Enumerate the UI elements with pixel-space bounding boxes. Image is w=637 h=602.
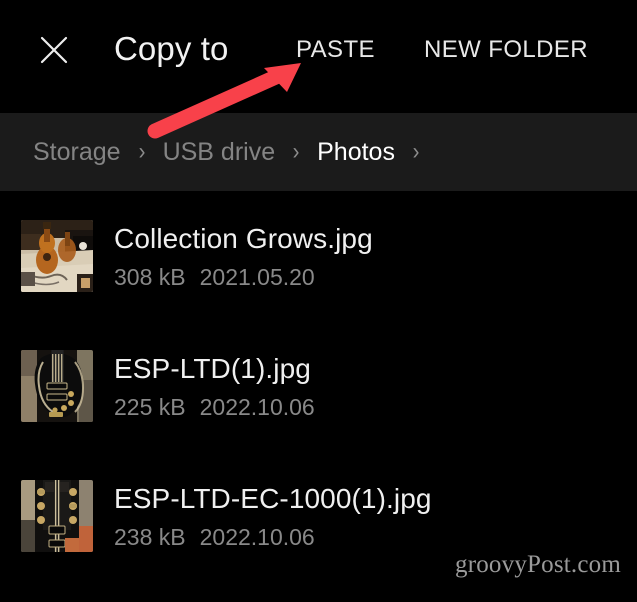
file-meta: 225 kB 2022.10.06 <box>114 393 315 421</box>
file-meta: 308 kB 2021.05.20 <box>114 263 373 291</box>
file-date: 2022.10.06 <box>199 524 315 550</box>
file-date: 2021.05.20 <box>199 264 315 290</box>
page-title: Copy to <box>114 30 229 67</box>
table-row[interactable]: Collection Grows.jpg 308 kB 2021.05.20 <box>0 191 637 321</box>
table-row[interactable]: ESP-LTD(1).jpg 225 kB 2022.10.06 <box>0 321 637 451</box>
breadcrumb: Storage › USB drive › Photos › <box>0 113 637 191</box>
chevron-right-icon: › <box>138 138 145 165</box>
file-size: 238 kB <box>114 524 186 550</box>
file-name: ESP-LTD(1).jpg <box>114 353 311 384</box>
file-thumbnail <box>21 350 93 422</box>
file-info: ESP-LTD-EC-1000(1).jpg 238 kB 2022.10.06 <box>114 481 432 551</box>
breadcrumb-item-photos[interactable]: Photos <box>317 137 395 167</box>
file-size: 308 kB <box>114 264 186 290</box>
file-size: 225 kB <box>114 394 186 420</box>
acoustic-guitar-room-photo-icon <box>21 220 93 292</box>
breadcrumb-item-usb-drive[interactable]: USB drive <box>163 137 276 167</box>
black-electric-guitar-photo-icon <box>21 350 93 422</box>
action-bar: Copy to PASTE NEW FOLDER <box>0 0 637 113</box>
file-manager-screen: Copy to PASTE NEW FOLDER Storage › USB d… <box>0 0 637 602</box>
file-name: ESP-LTD-EC-1000(1).jpg <box>114 483 432 514</box>
file-info: ESP-LTD(1).jpg 225 kB 2022.10.06 <box>114 351 315 421</box>
paste-button[interactable]: PASTE <box>296 34 375 65</box>
close-icon <box>39 35 69 65</box>
close-button[interactable] <box>32 28 76 72</box>
file-info: Collection Grows.jpg 308 kB 2021.05.20 <box>114 221 373 291</box>
new-folder-button[interactable]: NEW FOLDER <box>424 34 588 65</box>
file-list: Collection Grows.jpg 308 kB 2021.05.20 E… <box>0 191 637 602</box>
chevron-right-icon: › <box>412 138 420 165</box>
file-date: 2022.10.06 <box>199 394 315 420</box>
chevron-right-icon: › <box>292 138 300 165</box>
file-name: Collection Grows.jpg <box>114 223 373 254</box>
watermark: groovyPost.com <box>455 551 621 578</box>
breadcrumb-item-storage[interactable]: Storage <box>33 137 121 167</box>
guitar-headstock-photo-icon <box>21 480 93 552</box>
file-thumbnail <box>21 480 93 552</box>
file-meta: 238 kB 2022.10.06 <box>114 523 432 551</box>
file-thumbnail <box>21 220 93 292</box>
